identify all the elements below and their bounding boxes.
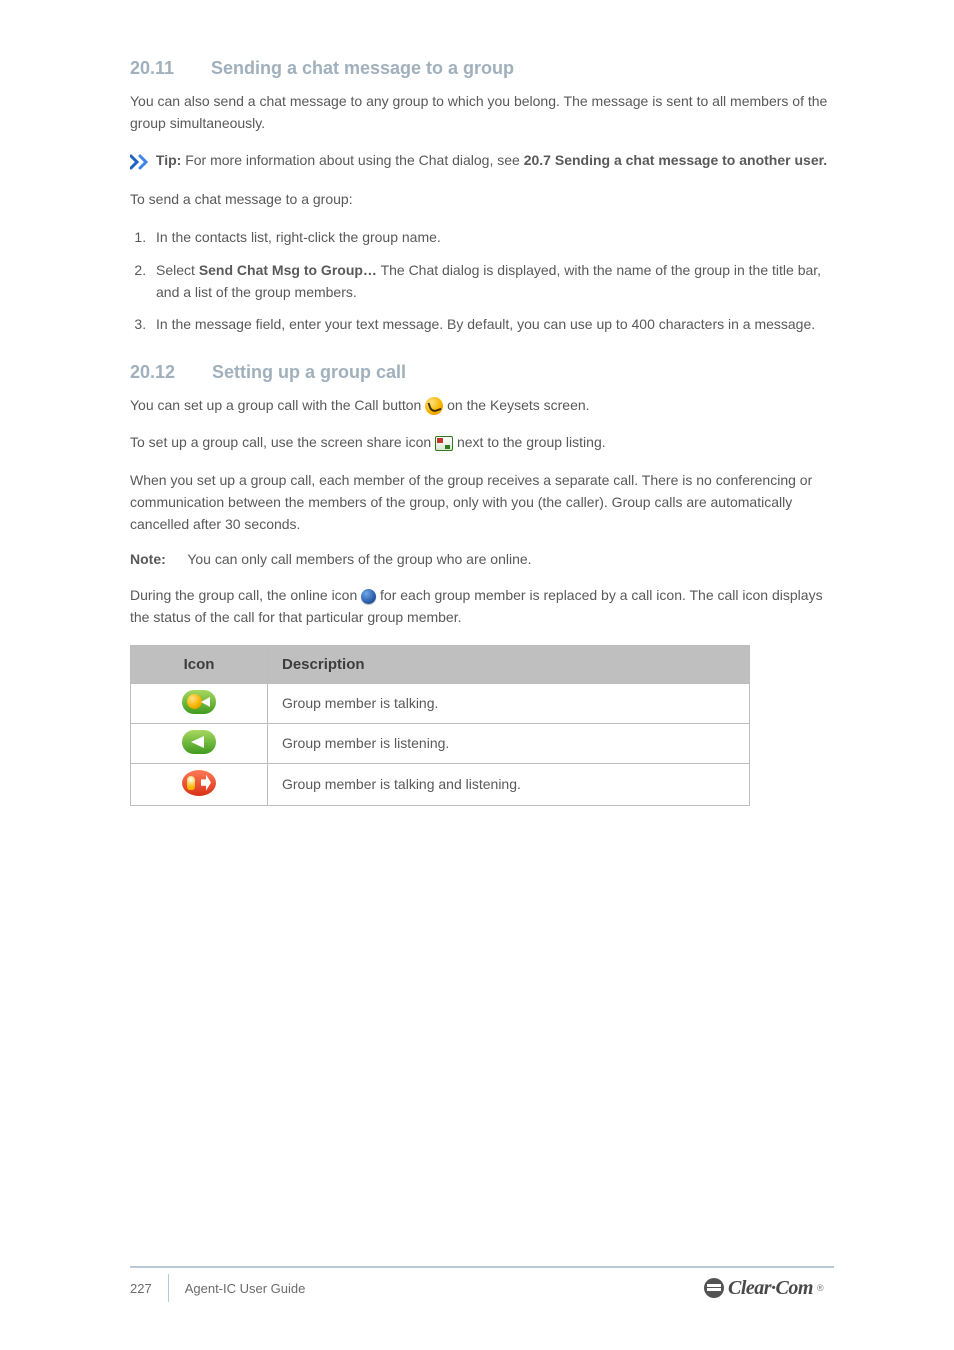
logo-text: Clear·Com: [728, 1277, 813, 1300]
paragraph: When you set up a group call, each membe…: [130, 470, 834, 535]
page-footer: 227 Agent-IC User Guide Clear·Com ®: [0, 1266, 954, 1302]
step-item: In the contacts list, right-click the gr…: [150, 226, 834, 248]
online-dot-icon: [361, 589, 376, 604]
table-cell-desc: Group member is listening.: [268, 723, 750, 763]
paragraph: During the group call, the online icon f…: [130, 585, 834, 628]
paragraph: You can set up a group call with the Cal…: [130, 395, 834, 417]
table-cell-icon: [131, 723, 268, 763]
tip-text: For more information about using the Cha…: [185, 152, 520, 168]
table-cell-desc: Group member is talking and listening.: [268, 763, 750, 805]
footer-vertical-divider: [168, 1274, 169, 1302]
section-heading: 20.12 Setting up a group call: [130, 362, 834, 383]
note-row: Note: You can only call members of the g…: [130, 551, 834, 567]
table-cell-icon: [131, 763, 268, 805]
tip-chevron-icon: [130, 151, 152, 173]
talking-icon: [182, 690, 216, 714]
footer-page-number: 227: [130, 1281, 152, 1296]
call-status-table: Icon Description Group member is talking…: [130, 645, 750, 806]
logo-bubble-icon: [704, 1278, 724, 1298]
tip-row: Tip: For more information about using th…: [130, 150, 834, 172]
section-group-call: 20.12 Setting up a group call You can se…: [130, 362, 834, 806]
footer-left: 227 Agent-IC User Guide: [130, 1274, 305, 1302]
paragraph: You can also send a chat message to any …: [130, 91, 834, 134]
listening-icon: [182, 730, 216, 754]
screen-share-icon: [435, 436, 453, 451]
table-header-row: Icon Description: [131, 645, 750, 683]
logo-registered: ®: [817, 1283, 824, 1293]
table-row: Group member is talking.: [131, 683, 750, 723]
section-title: Sending a chat message to a group: [211, 58, 514, 78]
section-chat-group: 20.11 Sending a chat message to a group …: [130, 58, 834, 336]
footer-divider: [130, 1266, 834, 1268]
footer-logo: Clear·Com ®: [704, 1275, 834, 1301]
section-heading: 20.11 Sending a chat message to a group: [130, 58, 834, 79]
lead-text: To send a chat message to a group:: [130, 189, 834, 211]
col-header-desc: Description: [268, 645, 750, 683]
table-row: Group member is talking and listening.: [131, 763, 750, 805]
col-header-icon: Icon: [131, 645, 268, 683]
table-cell-desc: Group member is talking.: [268, 683, 750, 723]
paragraph: To set up a group call, use the screen s…: [130, 432, 834, 454]
steps-list: In the contacts list, right-click the gr…: [150, 226, 834, 336]
talk-listen-icon: [182, 770, 216, 796]
step-item: In the message field, enter your text me…: [150, 313, 834, 335]
section-title: Setting up a group call: [212, 362, 406, 382]
section-number: 20.11: [130, 58, 174, 78]
tip-link: 20.7 Sending a chat message to another u…: [524, 152, 827, 168]
note-text: You can only call members of the group w…: [187, 551, 531, 567]
table-cell-icon: [131, 683, 268, 723]
section-number: 20.12: [130, 362, 175, 382]
step-item: Select Send Chat Msg to Group… The Chat …: [150, 259, 834, 304]
table-row: Group member is listening.: [131, 723, 750, 763]
note-label: Note:: [130, 551, 166, 567]
tip-label: Tip:: [156, 152, 181, 168]
call-button-icon: [425, 397, 443, 415]
footer-doc-title: Agent-IC User Guide: [185, 1281, 306, 1296]
